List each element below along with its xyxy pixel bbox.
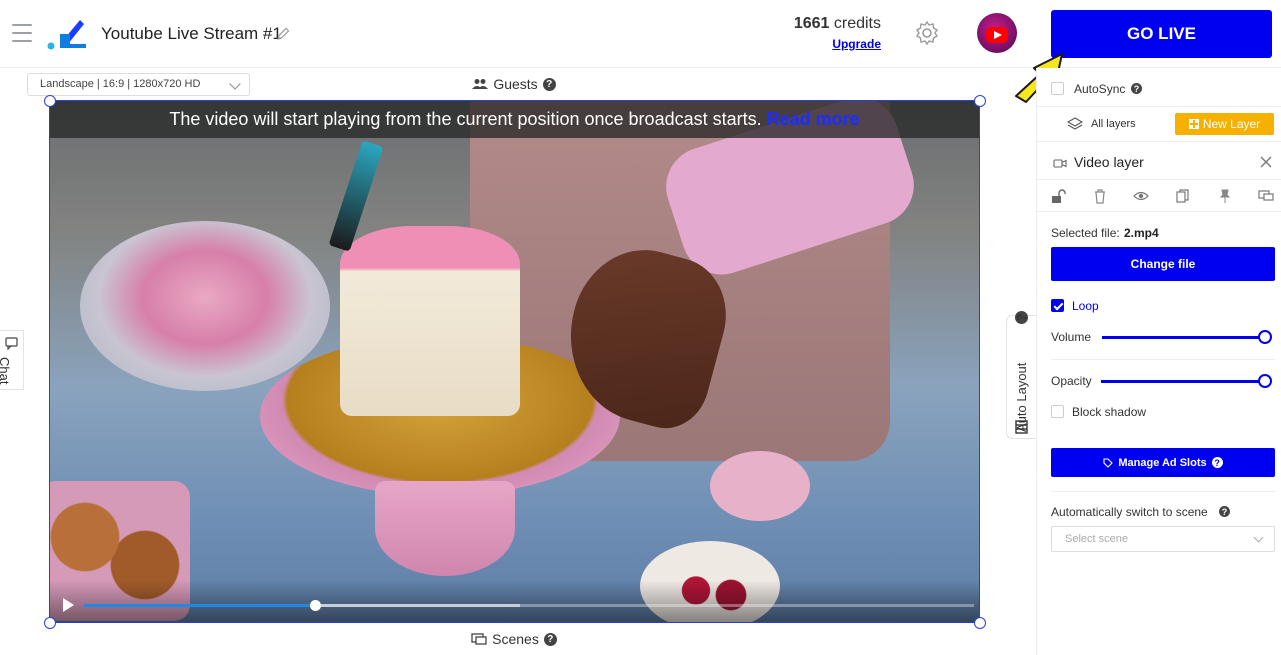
video-frame [50,101,979,622]
played-bar [84,604,316,607]
resolution-select-value: Landscape | 16:9 | 1280x720 HD [40,78,201,90]
select-scene-dropdown[interactable]: Select scene [1051,526,1275,552]
new-layer-button[interactable]: New Layer [1175,113,1274,135]
player-controls [50,580,979,622]
layer-toolbar [1037,180,1281,212]
autosync-row[interactable]: AutoSync ? [1037,80,1281,100]
credits-count: 1661 credits [760,15,881,33]
help-icon[interactable]: ? [1014,311,1029,324]
help-icon[interactable]: ? [542,77,556,91]
chat-tab[interactable]: Chat [0,330,24,390]
notice-text: The video will start playing from the cu… [169,109,762,129]
auto-layout-tab[interactable]: Auto Layout ? [1006,311,1036,439]
layer-panel: AutoSync ? All layers New Layer Video la… [1036,68,1281,655]
loop-row[interactable]: Loop [1037,298,1281,316]
change-file-button[interactable]: Change file [1051,247,1275,281]
seek-bar[interactable] [84,600,974,611]
resize-handle-top-left[interactable] [44,95,56,107]
youtube-icon [986,27,1008,43]
guests-icon [472,79,489,89]
select-scene-placeholder: Select scene [1065,533,1128,545]
manage-ad-slots-button[interactable]: Manage Ad Slots ? [1051,448,1275,477]
video-cake-stand-base [375,481,515,576]
manage-ad-slots-label: Manage Ad Slots [1118,456,1207,469]
menu-icon[interactable] [12,24,32,42]
help-icon[interactable]: ? [1131,83,1142,94]
opacity-knob[interactable] [1258,374,1272,388]
go-live-button[interactable]: GO LIVE [1051,10,1272,58]
guests-button[interactable]: Guests ? [466,72,562,96]
credits-label: credits [833,15,881,32]
scenes-icon [471,632,487,645]
layer-header: Video layer [1037,150,1281,180]
read-more-link[interactable]: Read more [767,109,860,130]
credits-value: 1661 [793,15,830,32]
new-layer-label: New Layer [1202,117,1261,131]
volume-slider[interactable] [1102,330,1272,344]
chevron-down-icon [229,78,241,90]
selected-file-row: Selected file: 2.mp4 [1037,226,1281,242]
close-icon[interactable] [1260,156,1272,168]
volume-label: Volume [1051,330,1092,344]
resolution-select[interactable]: Landscape | 16:9 | 1280x720 HD [27,73,250,96]
play-icon[interactable] [63,598,74,612]
pin-icon[interactable] [1217,188,1233,204]
tag-icon [1103,457,1114,468]
block-shadow-label: Block shadow [1072,405,1147,419]
resize-handle-top-right[interactable] [974,95,986,107]
resize-handle-bottom-left[interactable] [44,617,56,629]
trash-icon[interactable] [1092,188,1108,204]
autosync-label: AutoSync [1074,82,1126,96]
layers-icon [1067,117,1083,130]
block-shadow-checkbox[interactable] [1051,405,1064,418]
opacity-label: Opacity [1051,374,1092,388]
chat-label: Chat [0,357,12,385]
help-icon[interactable]: ? [1219,506,1230,517]
guests-label: Guests [493,76,538,92]
scenes-label: Scenes [492,631,539,647]
resize-handle-bottom-right[interactable] [974,617,986,629]
stream-title[interactable]: Youtube Live Stream #1 [101,24,282,44]
video-measuring-cup [710,451,810,521]
app-logo[interactable] [46,16,90,52]
loop-label: Loop [1072,299,1099,313]
selected-file-label: Selected file: [1051,226,1120,240]
tab-all-layers[interactable]: All layers [1067,117,1136,131]
block-shadow-row[interactable]: Block shadow [1037,404,1281,422]
top-bar: Youtube Live Stream #1 1661 credits Upgr… [0,0,1281,103]
selected-file-name: 2.mp4 [1124,226,1159,240]
opacity-row: Opacity [1037,374,1281,392]
loop-checkbox[interactable] [1051,299,1064,312]
gear-icon[interactable] [914,20,940,46]
opacity-slider[interactable] [1101,374,1272,388]
plus-icon [1188,119,1199,129]
layer-tabs: All layers New Layer [1037,106,1281,142]
eye-icon[interactable] [1133,188,1149,204]
layer-title: Video layer [1074,154,1144,170]
video-canvas[interactable]: The video will start playing from the cu… [49,100,980,623]
upgrade-link[interactable]: Upgrade [760,37,881,51]
all-layers-label: All layers [1091,118,1136,130]
auto-switch-label: Automatically switch to scene [1051,505,1208,519]
chevron-down-icon [1253,532,1264,543]
auto-switch-row: Automatically switch to scene ? [1037,505,1281,521]
volume-row: Volume [1037,330,1281,348]
broadcast-notice: The video will start playing from the cu… [50,101,979,138]
layout-icon [1015,420,1028,434]
divider [1051,491,1275,492]
duplicate-icon[interactable] [1175,188,1191,204]
divider [1051,359,1275,360]
autosync-checkbox[interactable] [1051,82,1064,95]
edit-pencil-icon[interactable] [276,27,290,41]
screens-icon[interactable] [1258,188,1274,204]
volume-knob[interactable] [1258,330,1272,344]
scenes-button[interactable]: Scenes ? [466,628,562,650]
help-icon[interactable]: ? [543,632,557,646]
video-cake [340,226,520,416]
video-bowl [80,221,330,391]
video-camera-icon [1053,159,1067,168]
help-icon[interactable]: ? [1211,457,1223,468]
unlock-icon[interactable] [1050,188,1066,204]
